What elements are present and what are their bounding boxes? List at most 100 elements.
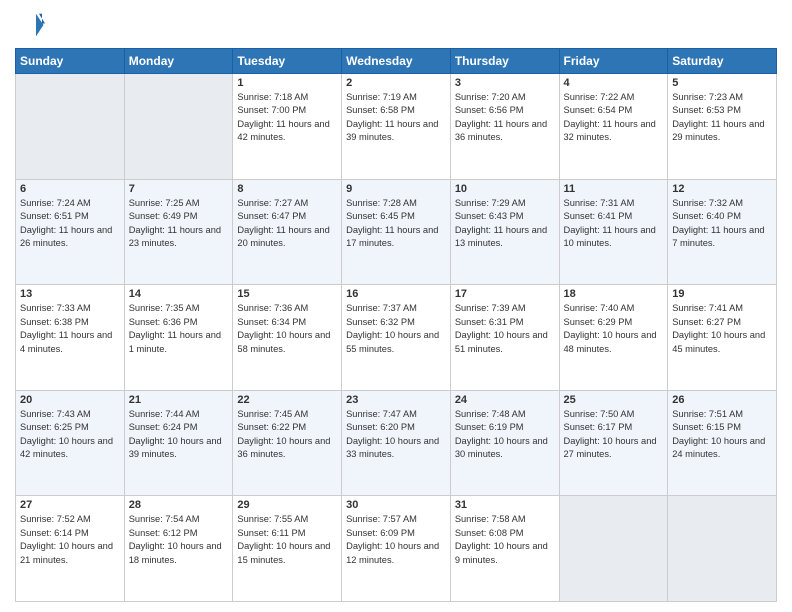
day-info: Sunrise: 7:51 AM Sunset: 6:15 PM Dayligh… (672, 408, 772, 462)
day-number: 29 (237, 499, 337, 511)
calendar-cell: 5 Sunrise: 7:23 AM Sunset: 6:53 PM Daylig… (668, 74, 777, 180)
calendar-cell: 11 Sunrise: 7:31 AM Sunset: 6:41 PM Dayli… (559, 179, 668, 285)
day-number: 9 (346, 183, 446, 195)
day-info: Sunrise: 7:39 AM Sunset: 6:31 PM Dayligh… (455, 302, 555, 356)
day-number: 1 (237, 77, 337, 89)
day-number: 24 (455, 394, 555, 406)
calendar-cell: 10 Sunrise: 7:29 AM Sunset: 6:43 PM Dayli… (450, 179, 559, 285)
day-number: 22 (237, 394, 337, 406)
day-info: Sunrise: 7:44 AM Sunset: 6:24 PM Dayligh… (129, 408, 229, 462)
calendar-cell: 19 Sunrise: 7:41 AM Sunset: 6:27 PM Dayli… (668, 285, 777, 391)
col-header-monday: Monday (124, 49, 233, 74)
day-number: 4 (564, 77, 664, 89)
page: SundayMondayTuesdayWednesdayThursdayFrid… (0, 0, 792, 612)
calendar-cell: 31Sunrise: 7:58 AM Sunset: 6:08 PM Dayli… (450, 496, 559, 602)
day-info: Sunrise: 7:45 AM Sunset: 6:22 PM Dayligh… (237, 408, 337, 462)
calendar-cell (124, 74, 233, 180)
calendar-cell: 27 Sunrise: 7:52 AM Sunset: 6:14 PM Dayli… (16, 496, 125, 602)
day-number: 11 (564, 183, 664, 195)
calendar-cell: 20 Sunrise: 7:43 AM Sunset: 6:25 PM Dayli… (16, 390, 125, 496)
calendar-cell: 15 Sunrise: 7:36 AM Sunset: 6:34 PM Dayli… (233, 285, 342, 391)
day-info: Sunrise: 7:54 AM Sunset: 6:12 PM Dayligh… (129, 513, 229, 567)
calendar-cell: 7Sunrise: 7:25 AM Sunset: 6:49 PM Daylig… (124, 179, 233, 285)
calendar-cell: 8 Sunrise: 7:27 AM Sunset: 6:47 PM Daylig… (233, 179, 342, 285)
day-info: Sunrise: 7:48 AM Sunset: 6:19 PM Dayligh… (455, 408, 555, 462)
day-number: 15 (237, 288, 337, 300)
day-number: 14 (129, 288, 229, 300)
logo (15, 10, 49, 40)
calendar-cell: 25 Sunrise: 7:50 AM Sunset: 6:17 PM Dayli… (559, 390, 668, 496)
calendar-cell: 24 Sunrise: 7:48 AM Sunset: 6:19 PM Dayli… (450, 390, 559, 496)
day-number: 31 (455, 499, 555, 511)
day-info: Sunrise: 7:33 AM Sunset: 6:38 PM Dayligh… (20, 302, 120, 356)
calendar-cell: 22 Sunrise: 7:45 AM Sunset: 6:22 PM Dayli… (233, 390, 342, 496)
day-info: Sunrise: 7:43 AM Sunset: 6:25 PM Dayligh… (20, 408, 120, 462)
day-info: Sunrise: 7:28 AM Sunset: 6:45 PM Dayligh… (346, 197, 446, 251)
calendar-cell: 6 Sunrise: 7:24 AM Sunset: 6:51 PM Daylig… (16, 179, 125, 285)
day-info: Sunrise: 7:41 AM Sunset: 6:27 PM Dayligh… (672, 302, 772, 356)
col-header-sunday: Sunday (16, 49, 125, 74)
day-number: 16 (346, 288, 446, 300)
day-info: Sunrise: 7:24 AM Sunset: 6:51 PM Dayligh… (20, 197, 120, 251)
calendar-cell: 21 Sunrise: 7:44 AM Sunset: 6:24 PM Dayli… (124, 390, 233, 496)
calendar-cell: 16 Sunrise: 7:37 AM Sunset: 6:32 PM Dayli… (342, 285, 451, 391)
logo-icon (15, 10, 45, 40)
calendar-table: SundayMondayTuesdayWednesdayThursdayFrid… (15, 48, 777, 602)
day-info: Sunrise: 7:32 AM Sunset: 6:40 PM Dayligh… (672, 197, 772, 251)
day-number: 18 (564, 288, 664, 300)
day-info: Sunrise: 7:37 AM Sunset: 6:32 PM Dayligh… (346, 302, 446, 356)
day-info: Sunrise: 7:36 AM Sunset: 6:34 PM Dayligh… (237, 302, 337, 356)
day-info: Sunrise: 7:29 AM Sunset: 6:43 PM Dayligh… (455, 197, 555, 251)
col-header-friday: Friday (559, 49, 668, 74)
day-info: Sunrise: 7:40 AM Sunset: 6:29 PM Dayligh… (564, 302, 664, 356)
calendar-cell: 13 Sunrise: 7:33 AM Sunset: 6:38 PM Dayli… (16, 285, 125, 391)
calendar-cell: 4 Sunrise: 7:22 AM Sunset: 6:54 PM Daylig… (559, 74, 668, 180)
day-number: 10 (455, 183, 555, 195)
day-info: Sunrise: 7:47 AM Sunset: 6:20 PM Dayligh… (346, 408, 446, 462)
day-info: Sunrise: 7:27 AM Sunset: 6:47 PM Dayligh… (237, 197, 337, 251)
day-info: Sunrise: 7:23 AM Sunset: 6:53 PM Dayligh… (672, 91, 772, 145)
calendar-cell: 17 Sunrise: 7:39 AM Sunset: 6:31 PM Dayli… (450, 285, 559, 391)
day-number: 17 (455, 288, 555, 300)
day-number: 12 (672, 183, 772, 195)
calendar-cell: 28 Sunrise: 7:54 AM Sunset: 6:12 PM Dayli… (124, 496, 233, 602)
calendar-cell: 9 Sunrise: 7:28 AM Sunset: 6:45 PM Daylig… (342, 179, 451, 285)
day-number: 23 (346, 394, 446, 406)
day-number: 25 (564, 394, 664, 406)
day-number: 2 (346, 77, 446, 89)
calendar-cell (16, 74, 125, 180)
day-number: 30 (346, 499, 446, 511)
day-info: Sunrise: 7:18 AM Sunset: 7:00 PM Dayligh… (237, 91, 337, 145)
day-number: 20 (20, 394, 120, 406)
day-number: 28 (129, 499, 229, 511)
day-info: Sunrise: 7:35 AM Sunset: 6:36 PM Dayligh… (129, 302, 229, 356)
col-header-saturday: Saturday (668, 49, 777, 74)
day-info: Sunrise: 7:19 AM Sunset: 6:58 PM Dayligh… (346, 91, 446, 145)
day-number: 19 (672, 288, 772, 300)
col-header-wednesday: Wednesday (342, 49, 451, 74)
day-number: 26 (672, 394, 772, 406)
day-info: Sunrise: 7:31 AM Sunset: 6:41 PM Dayligh… (564, 197, 664, 251)
calendar-cell: 23 Sunrise: 7:47 AM Sunset: 6:20 PM Dayli… (342, 390, 451, 496)
day-info: Sunrise: 7:20 AM Sunset: 6:56 PM Dayligh… (455, 91, 555, 145)
calendar-cell: 26 Sunrise: 7:51 AM Sunset: 6:15 PM Dayli… (668, 390, 777, 496)
day-number: 21 (129, 394, 229, 406)
day-info: Sunrise: 7:57 AM Sunset: 6:09 PM Dayligh… (346, 513, 446, 567)
day-number: 8 (237, 183, 337, 195)
day-info: Sunrise: 7:52 AM Sunset: 6:14 PM Dayligh… (20, 513, 120, 567)
day-info: Sunrise: 7:22 AM Sunset: 6:54 PM Dayligh… (564, 91, 664, 145)
calendar-cell: 29Sunrise: 7:55 AM Sunset: 6:11 PM Dayli… (233, 496, 342, 602)
calendar-cell: 2 Sunrise: 7:19 AM Sunset: 6:58 PM Daylig… (342, 74, 451, 180)
calendar-cell: 12 Sunrise: 7:32 AM Sunset: 6:40 PM Dayli… (668, 179, 777, 285)
day-number: 13 (20, 288, 120, 300)
day-info: Sunrise: 7:50 AM Sunset: 6:17 PM Dayligh… (564, 408, 664, 462)
col-header-thursday: Thursday (450, 49, 559, 74)
day-number: 6 (20, 183, 120, 195)
day-number: 5 (672, 77, 772, 89)
day-number: 7 (129, 183, 229, 195)
header (15, 10, 777, 40)
calendar-cell: 30 Sunrise: 7:57 AM Sunset: 6:09 PM Dayli… (342, 496, 451, 602)
calendar-cell: 18 Sunrise: 7:40 AM Sunset: 6:29 PM Dayli… (559, 285, 668, 391)
day-number: 27 (20, 499, 120, 511)
calendar-cell (668, 496, 777, 602)
